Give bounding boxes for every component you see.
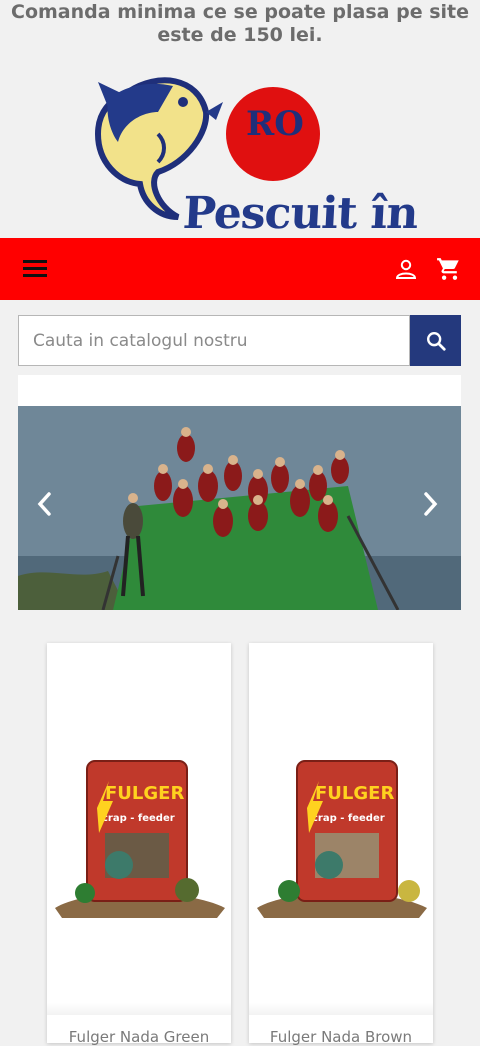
header-bar — [0, 238, 480, 300]
hamburger-icon[interactable] — [23, 260, 47, 278]
search-input[interactable] — [18, 315, 410, 366]
product-subtitle: crap - feeder — [102, 813, 175, 824]
shopping-cart-icon[interactable] — [436, 256, 462, 282]
site-logo[interactable]: RO Pescuit în — [0, 60, 480, 239]
notice-line-2: este de 150 lei. — [157, 24, 323, 46]
search-bar — [18, 315, 461, 366]
carousel-header — [18, 375, 461, 406]
product-image[interactable]: FULGER crap - feeder — [47, 753, 231, 933]
minimum-order-notice: Comanda minima ce se poate plasa pe site… — [0, 0, 480, 47]
product-brand-label: FULGER — [315, 783, 394, 804]
card-divider — [249, 1003, 433, 1015]
homepage-carousel[interactable] — [18, 406, 461, 610]
product-name[interactable]: Fulger Nada Green — [47, 1028, 231, 1046]
notice-line-1: Comanda minima ce se poate plasa pe site — [11, 1, 469, 23]
logo-brand-text: Pescuit în — [181, 188, 419, 239]
product-subtitle: crap - feeder — [312, 813, 385, 824]
logo-ro-text: RO — [246, 104, 304, 144]
product-brand-label: FULGER — [105, 783, 184, 804]
search-button[interactable] — [410, 315, 461, 366]
carousel-slide-image — [18, 406, 461, 610]
chevron-left-icon[interactable] — [36, 490, 54, 518]
product-name[interactable]: Fulger Nada Brown — [249, 1028, 433, 1046]
product-image[interactable]: FULGER crap - feeder — [249, 753, 433, 933]
user-icon[interactable] — [394, 257, 418, 281]
product-list: FULGER crap - feeder Fulger Nada Green F… — [0, 610, 480, 1046]
product-card[interactable]: FULGER crap - feeder Fulger Nada Brown — [249, 643, 433, 1046]
chevron-right-icon[interactable] — [421, 490, 439, 518]
product-card[interactable]: FULGER crap - feeder Fulger Nada Green — [47, 643, 231, 1046]
card-divider — [47, 1003, 231, 1015]
search-icon — [426, 331, 446, 351]
